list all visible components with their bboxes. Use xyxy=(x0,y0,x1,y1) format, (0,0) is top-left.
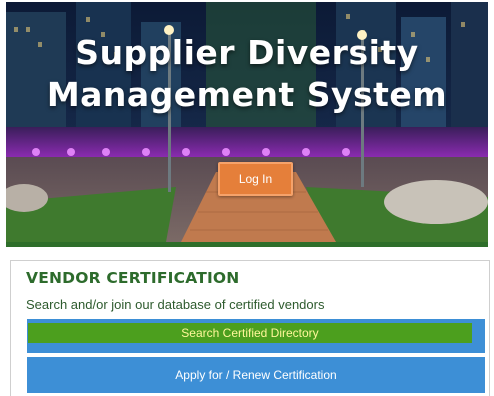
apply-renew-certification-button[interactable]: Apply for / Renew Certification xyxy=(27,357,485,393)
hero-divider xyxy=(6,242,488,247)
vendor-certification-subtitle: Search and/or join our database of certi… xyxy=(26,297,325,312)
hero-title-line-1: Supplier Diversity xyxy=(75,33,419,72)
hero-title-line-2: Management System xyxy=(46,75,448,114)
hero-title: Supplier Diversity Management System xyxy=(6,32,488,116)
login-button[interactable]: Log In xyxy=(218,162,293,196)
vendor-certification-title: VENDOR CERTIFICATION xyxy=(26,269,240,287)
search-certified-directory-button[interactable]: Search Certified Directory xyxy=(28,323,472,343)
vendor-certification-panel: VENDOR CERTIFICATION Search and/or join … xyxy=(10,260,490,396)
hero-banner: Supplier Diversity Management System Log… xyxy=(6,2,488,242)
search-directory-button-container: Search Certified Directory xyxy=(27,319,485,353)
